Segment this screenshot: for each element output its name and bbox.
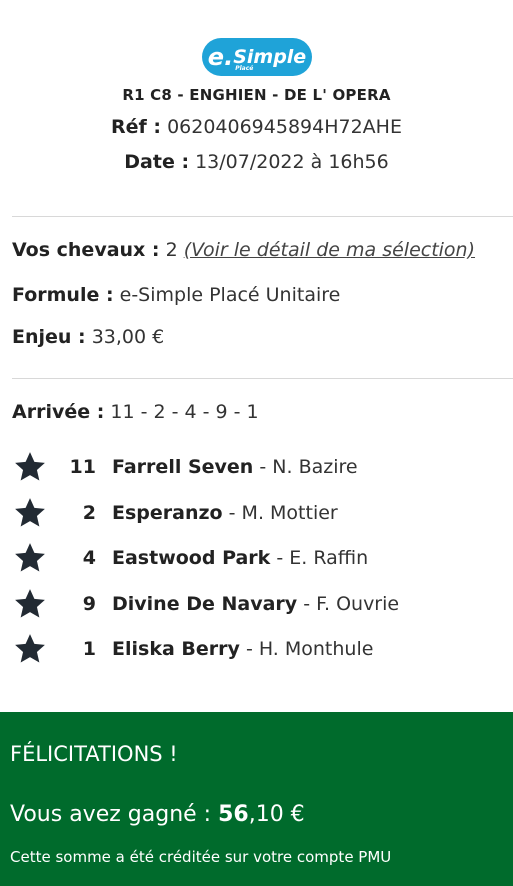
- star-icon: [15, 543, 45, 572]
- horse-name: Eliska Berry: [112, 638, 240, 660]
- horse-name: Eastwood Park: [112, 547, 271, 569]
- finish-value: 11 - 2 - 4 - 9 - 1: [110, 401, 259, 423]
- won-amount-int: 56: [218, 802, 249, 827]
- ticket-date: Date : 13/07/2022 à 16h56: [0, 151, 513, 173]
- runner-number: 4: [82, 547, 96, 569]
- star-icon: [15, 634, 45, 663]
- logo-e: e.: [207, 43, 234, 71]
- star-icon: [15, 589, 45, 618]
- horse-name: Esperanzo: [112, 502, 223, 524]
- list-item: 4 Eastwood Park - E. Raffin: [12, 543, 368, 573]
- star-icon: [15, 452, 45, 481]
- credit-note: Cette somme a été créditée sur votre com…: [10, 848, 392, 866]
- logo-title: Simple Placé: [233, 47, 306, 71]
- divider: [12, 216, 513, 217]
- runner-number: 1: [82, 638, 96, 660]
- horses-label: Vos chevaux :: [12, 239, 160, 261]
- jockey-name: - F. Ouvrie: [303, 593, 400, 615]
- selection-detail-link[interactable]: (Voir le détail de ma sélection): [184, 239, 475, 261]
- runner-number: 9: [82, 593, 96, 615]
- ref-label: Réf :: [111, 116, 162, 138]
- runner-number: 2: [82, 502, 96, 524]
- jockey-name: - N. Bazire: [259, 456, 358, 478]
- jockey-name: - M. Mottier: [228, 502, 338, 524]
- jockey-name: - E. Raffin: [276, 547, 369, 569]
- finish-row: Arrivée : 11 - 2 - 4 - 9 - 1: [12, 401, 259, 423]
- formula-value: e-Simple Placé Unitaire: [119, 284, 341, 306]
- list-item: 11 Farrell Seven - N. Bazire: [12, 452, 358, 482]
- date-value: 13/07/2022 à 16h56: [195, 151, 389, 173]
- list-item: 2 Esperanzo - M. Mottier: [12, 498, 338, 528]
- stake-value: 33,00 €: [91, 326, 165, 348]
- winnings-line: Vous avez gagné : 56,10 €: [10, 802, 305, 827]
- ticket-reference: Réf : 0620406945894H72AHE: [0, 116, 513, 138]
- stake-label: Enjeu :: [12, 326, 86, 348]
- divider: [12, 378, 513, 379]
- won-amount-dec: ,10 €: [248, 802, 305, 827]
- formula-label: Formule :: [12, 284, 114, 306]
- stake-row: Enjeu : 33,00 €: [12, 326, 164, 348]
- race-title: R1 C8 - ENGHIEN - DE L' OPERA: [122, 86, 391, 104]
- ref-value: 0620406945894H72AHE: [167, 116, 402, 138]
- date-label: Date :: [124, 151, 190, 173]
- formula-row: Formule : e-Simple Placé Unitaire: [12, 284, 340, 306]
- logo-subtitle: Placé: [235, 64, 254, 72]
- horse-name: Farrell Seven: [112, 456, 254, 478]
- won-prefix: Vous avez gagné :: [10, 802, 212, 827]
- horse-name: Divine De Navary: [112, 593, 298, 615]
- winning-banner: FÉLICITATIONS ! Vous avez gagné : 56,10 …: [0, 712, 513, 886]
- congrats-heading: FÉLICITATIONS !: [10, 742, 178, 766]
- horses-value: 2: [165, 239, 178, 261]
- list-item: 9 Divine De Navary - F. Ouvrie: [12, 589, 399, 619]
- esimple-logo: e. Simple Placé: [202, 38, 312, 76]
- list-item: 1 Eliska Berry - H. Monthule: [12, 634, 373, 664]
- finish-label: Arrivée :: [12, 401, 105, 423]
- star-icon: [15, 498, 45, 527]
- runner-number: 11: [69, 456, 96, 478]
- jockey-name: - H. Monthule: [245, 638, 374, 660]
- horses-row: Vos chevaux : 2 (Voir le détail de ma sé…: [12, 239, 475, 261]
